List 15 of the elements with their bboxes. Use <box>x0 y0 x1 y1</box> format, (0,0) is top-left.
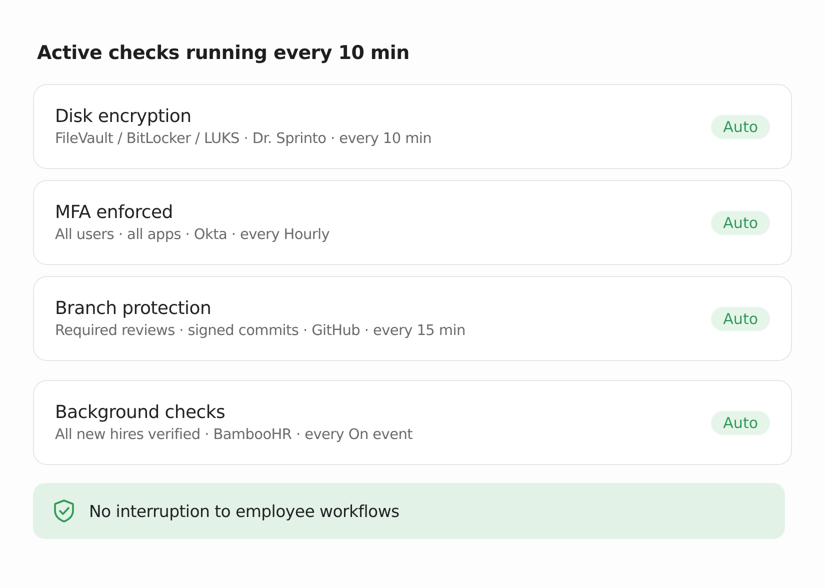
check-title: Background checks <box>55 402 226 423</box>
check-detail: All new hires verified · BambooHR · every On event <box>55 427 412 443</box>
section-heading: Active checks running every 10 min <box>37 42 410 64</box>
shield-check-icon <box>53 499 75 523</box>
auto-badge: Auto <box>711 114 770 138</box>
auto-badge: Auto <box>711 210 770 234</box>
check-detail: FileVault / BitLocker / LUKS · Dr. Sprinto · every 10 min <box>55 131 432 147</box>
check-title: MFA enforced <box>55 202 174 223</box>
check-title: Branch protection <box>55 298 212 319</box>
auto-badge: Auto <box>711 306 770 330</box>
check-title: Disk encryption <box>55 106 192 127</box>
check-detail: All users · all apps · Okta · every Hourly <box>55 227 330 243</box>
notice-text: No interruption to employee workflows <box>89 502 400 520</box>
check-detail: Required reviews · signed commits · GitHub · every 15 min <box>55 323 466 339</box>
auto-badge: Auto <box>711 410 770 434</box>
